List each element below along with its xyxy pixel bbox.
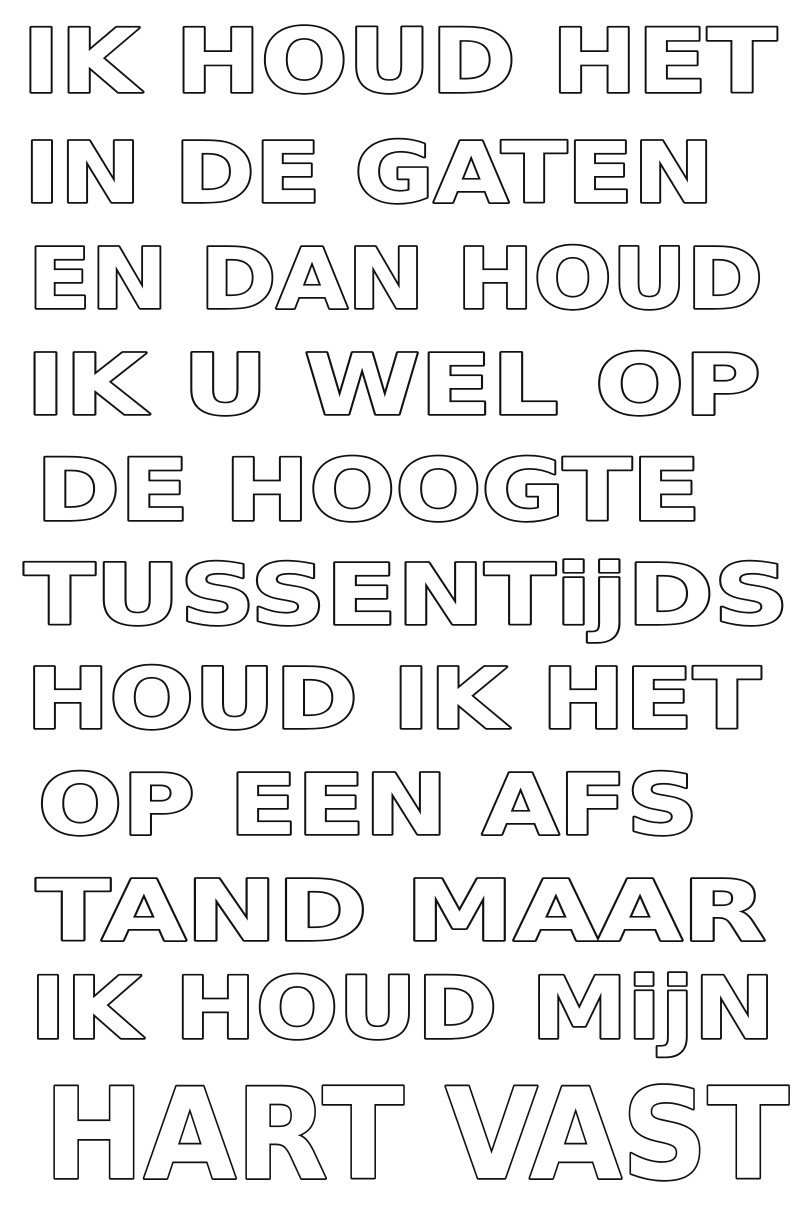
poem-line-11-text: HART VAST	[44, 1061, 789, 1208]
poem-line-9-outline-text: TAND MAAR	[34, 860, 767, 961]
poem-line-2-outline-text: IN DE GATEN	[22, 122, 715, 223]
poem-line-1-outline-text: IK HOUD HET	[20, 8, 778, 114]
poem-line-1: IK HOUD HET	[0, 2, 800, 114]
poem-line-7-outline-text: HOUD IK HET	[24, 648, 762, 749]
poem-line-5-text: DE HOOGTE	[36, 441, 701, 541]
poem-line-6-text: TUSSENTijDS	[24, 546, 789, 644]
poem-line-11: HART VAST	[0, 1056, 800, 1209]
poem-line-11-outline-text: HART VAST	[42, 1059, 790, 1209]
poem-line-10-outline-text: IK HOUD MijN	[28, 957, 776, 1060]
poem-line-1-text: IK HOUD HET	[22, 10, 777, 113]
poem-line-7: HOUD IK HET	[0, 636, 800, 749]
poem-line-2: IN DE GATEN	[0, 112, 800, 224]
poem-line-5-outline-text: DE HOOGTE	[34, 439, 702, 542]
poem-line-4-outline-text: IK U WEL OP	[24, 334, 762, 435]
poem-line-7-text: HOUD IK HET	[26, 650, 761, 748]
poem-line-10: IK HOUD MijN	[0, 946, 800, 1060]
poem-line-8-outline-text: OP EEN AFS	[36, 754, 699, 855]
poem-line-3-text: EN DAN HOUD	[28, 230, 763, 328]
poem-line-5: DE HOOGTE	[0, 428, 800, 542]
poem-line-6-outline-text: TUSSENTijDS	[22, 544, 790, 645]
poem-line-6: TUSSENTijDS	[0, 532, 800, 645]
poem-line-2-text: IN DE GATEN	[24, 124, 714, 222]
poem-line-10-text: IK HOUD MijN	[30, 959, 775, 1059]
poem-line-4: IK U WEL OP	[0, 322, 800, 435]
poem-line-4-text: IK U WEL OP	[26, 336, 761, 434]
poem-line-3-outline-text: EN DAN HOUD	[26, 228, 764, 329]
poem-line-9: TAND MAAR	[0, 848, 800, 961]
poem-line-8: OP EEN AFS	[0, 742, 800, 855]
poem-line-3: EN DAN HOUD	[0, 216, 800, 329]
poem-line-8-text: OP EEN AFS	[38, 756, 698, 854]
hand-lettered-poem-sheet: IK HOUD HET IN DE GATEN EN DAN HOUD IK U…	[0, 0, 800, 1211]
